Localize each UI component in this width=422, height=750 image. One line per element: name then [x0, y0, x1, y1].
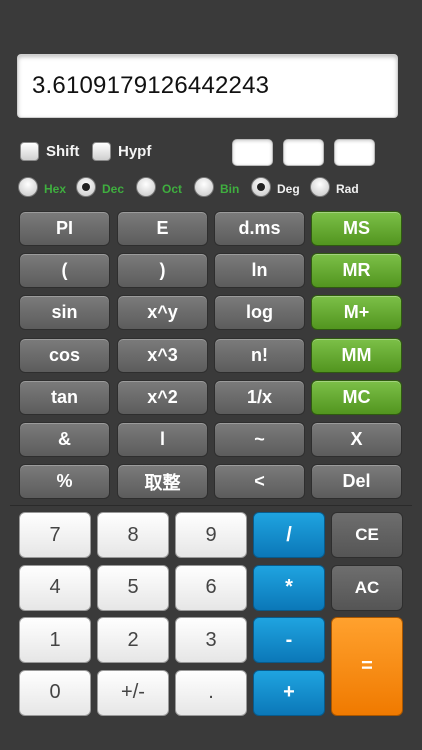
- memory-slot-3: [334, 139, 375, 166]
- key-negate-button[interactable]: +/-: [97, 669, 169, 716]
- hypf-label: Hypf: [118, 143, 152, 160]
- key-x2-button[interactable]: x^2: [117, 379, 208, 415]
- key-7-button[interactable]: 7: [19, 512, 91, 558]
- key-pi-button[interactable]: PI: [19, 211, 110, 246]
- key-multiply-button[interactable]: *: [253, 564, 325, 611]
- key-3-button[interactable]: 3: [175, 617, 247, 663]
- key--button[interactable]: ): [117, 253, 208, 289]
- mode-label: Hex: [44, 182, 67, 196]
- radio-dot: [18, 177, 38, 197]
- radio-dot: [194, 177, 214, 197]
- key-n-button[interactable]: n!: [214, 337, 305, 373]
- key--button[interactable]: %: [19, 464, 110, 500]
- toggle-row: Shift Hypf: [20, 139, 410, 169]
- key-del-button[interactable]: Del: [311, 464, 402, 500]
- keypad-divider: [10, 505, 412, 506]
- key--button[interactable]: 取整: [117, 464, 208, 500]
- key-0-button[interactable]: 0: [19, 669, 91, 716]
- key-4-button[interactable]: 4: [19, 564, 91, 611]
- mode-radio-rad[interactable]: Rad: [310, 177, 359, 197]
- shift-checkbox[interactable]: Shift: [20, 142, 79, 161]
- key-8-button[interactable]: 8: [97, 512, 169, 558]
- mode-label: Deg: [277, 182, 300, 196]
- key-ac-button[interactable]: AC: [331, 564, 403, 611]
- display-value: 3.6109179126442243: [32, 72, 270, 99]
- key-2-button[interactable]: 2: [97, 617, 169, 663]
- key-1-button[interactable]: 1: [19, 617, 91, 663]
- radio-dot: [251, 177, 271, 197]
- radio-dot: [76, 177, 96, 197]
- key-9-button[interactable]: 9: [175, 512, 247, 558]
- mode-label: Bin: [220, 182, 240, 196]
- key--button[interactable]: (: [19, 253, 110, 289]
- hypf-checkbox[interactable]: Hypf: [92, 142, 151, 161]
- key-6-button[interactable]: 6: [175, 564, 247, 611]
- mode-radio-deg[interactable]: Deg: [251, 177, 300, 197]
- key-ln-button[interactable]: ln: [214, 253, 305, 289]
- key-m-button[interactable]: M+: [311, 295, 402, 331]
- mode-label: Rad: [336, 182, 359, 196]
- key-sin-button[interactable]: sin: [19, 295, 110, 331]
- key-x-button[interactable]: X: [311, 422, 402, 457]
- key-dms-button[interactable]: d.ms: [214, 211, 305, 246]
- mode-label: Dec: [102, 182, 125, 196]
- key-tan-button[interactable]: tan: [19, 379, 110, 415]
- key-xy-button[interactable]: x^y: [117, 295, 208, 331]
- key-cos-button[interactable]: cos: [19, 337, 110, 373]
- key-mc-button[interactable]: MC: [311, 379, 402, 415]
- key--button[interactable]: ~: [214, 422, 305, 457]
- mode-radio-oct[interactable]: Oct: [136, 177, 182, 197]
- mode-radio-row: Hex Dec Oct Bin Deg Rad: [18, 177, 413, 201]
- key-log-button[interactable]: log: [214, 295, 305, 331]
- key-ce-button[interactable]: CE: [331, 512, 403, 558]
- key-minus-button[interactable]: -: [253, 617, 325, 663]
- memory-slot-2: [283, 139, 324, 166]
- key-mr-button[interactable]: MR: [311, 253, 402, 289]
- key-x3-button[interactable]: x^3: [117, 337, 208, 373]
- shift-label: Shift: [46, 143, 80, 160]
- key-mm-button[interactable]: MM: [311, 337, 402, 373]
- radio-dot: [136, 177, 156, 197]
- key-plus-button[interactable]: +: [253, 669, 325, 716]
- key--button[interactable]: &: [19, 422, 110, 457]
- radio-dot: [310, 177, 330, 197]
- memory-slot-1: [232, 139, 273, 166]
- key--button[interactable]: <: [214, 464, 305, 500]
- key-e-button[interactable]: E: [117, 211, 208, 246]
- key-1x-button[interactable]: 1/x: [214, 379, 305, 415]
- display: 3.6109179126442243: [17, 54, 398, 118]
- mode-radio-hex[interactable]: Hex: [18, 177, 66, 197]
- mode-label: Oct: [162, 182, 183, 196]
- key-divide-button[interactable]: /: [253, 512, 325, 558]
- mode-radio-dec[interactable]: Dec: [76, 177, 124, 197]
- checkbox-box: [20, 142, 39, 161]
- key-ms-button[interactable]: MS: [311, 211, 402, 246]
- key-l-button[interactable]: l: [117, 422, 208, 457]
- key-equals-button[interactable]: =: [331, 617, 403, 716]
- key-decimal-button[interactable]: .: [175, 669, 247, 716]
- mode-radio-bin[interactable]: Bin: [194, 177, 239, 197]
- key-5-button[interactable]: 5: [97, 564, 169, 611]
- checkbox-box: [92, 142, 111, 161]
